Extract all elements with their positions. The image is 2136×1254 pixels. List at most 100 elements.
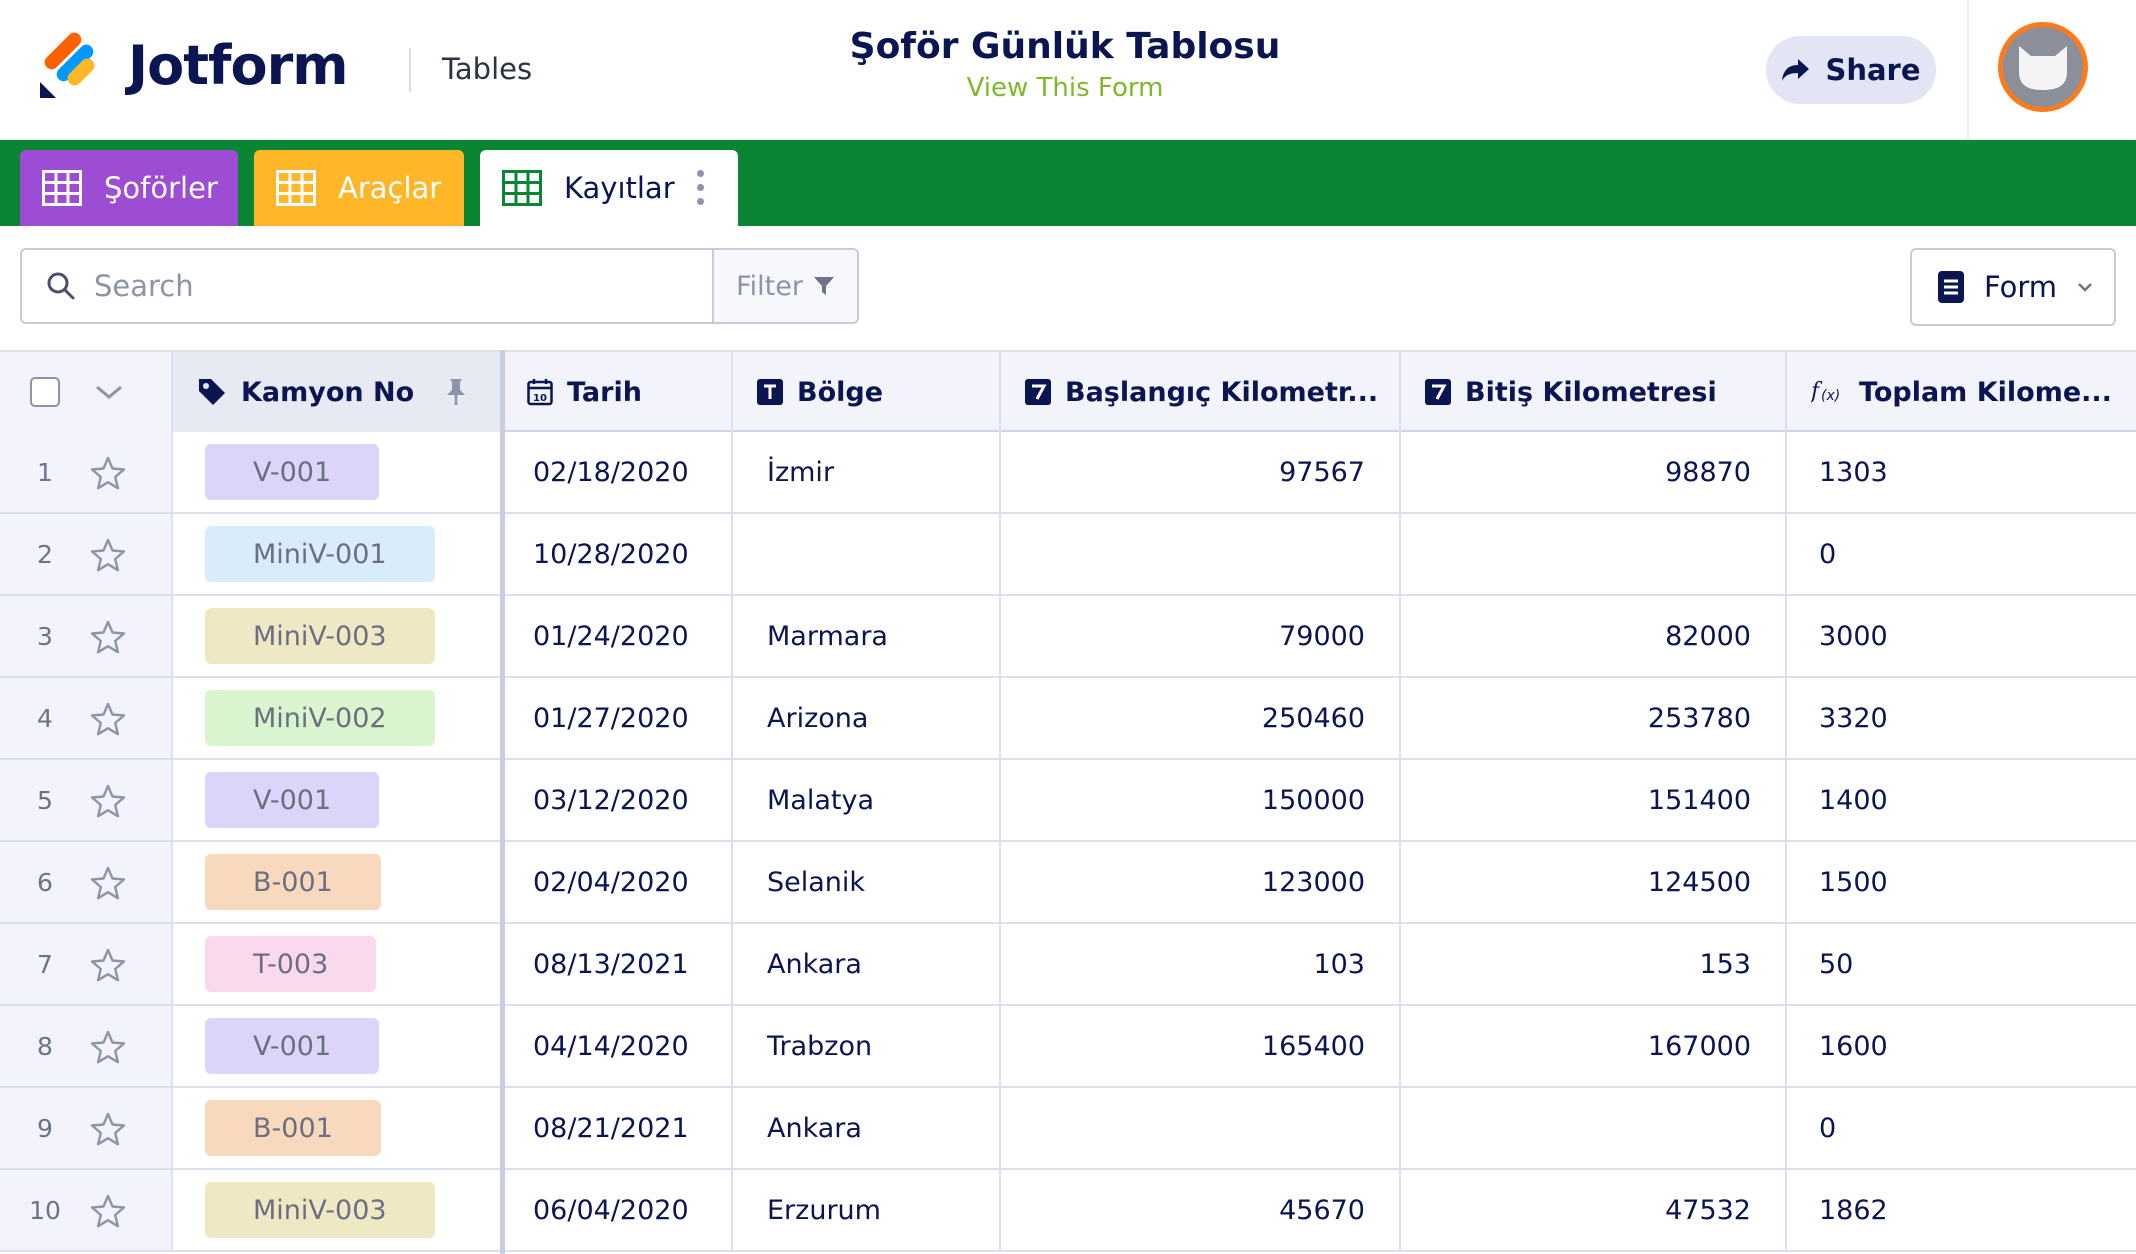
cell-toplam[interactable]: 1500: [1787, 842, 2136, 922]
cell-kamyon[interactable]: B-001: [173, 842, 503, 922]
table-row[interactable]: 7 T-003 08/13/2021 Ankara 103 153 50: [0, 924, 2136, 1006]
cell-toplam[interactable]: 1400: [1787, 760, 2136, 840]
kamyon-badge[interactable]: MiniV-002: [205, 690, 435, 746]
star-icon[interactable]: [90, 702, 126, 743]
table-row[interactable]: 2 MiniV-001 10/28/2020 0: [0, 514, 2136, 596]
star-icon[interactable]: [90, 1030, 126, 1071]
cell-baslangic[interactable]: 103: [1001, 924, 1401, 1004]
cell-toplam[interactable]: 1600: [1787, 1006, 2136, 1086]
tab-araclar[interactable]: Araçlar: [254, 150, 464, 226]
cell-bitis[interactable]: 167000: [1401, 1006, 1787, 1086]
column-header-baslangic[interactable]: Başlangıç Kilometr...: [1001, 352, 1401, 432]
cell-tarih[interactable]: 10/28/2020: [503, 514, 733, 594]
cell-baslangic[interactable]: [1001, 1088, 1401, 1168]
star-icon[interactable]: [90, 538, 126, 579]
cell-kamyon[interactable]: B-001: [173, 1088, 503, 1168]
star-icon[interactable]: [90, 1112, 126, 1153]
cell-bolge[interactable]: Malatya: [733, 760, 1001, 840]
star-icon[interactable]: [90, 866, 126, 907]
star-icon[interactable]: [90, 456, 126, 497]
cell-toplam[interactable]: 50: [1787, 924, 2136, 1004]
column-header-toplam[interactable]: f (x) Toplam Kilome...: [1787, 352, 2136, 432]
pinned-column-divider[interactable]: [500, 350, 505, 1254]
chevron-down-icon[interactable]: [94, 384, 124, 400]
star-icon[interactable]: [90, 948, 126, 989]
star-icon[interactable]: [90, 620, 126, 661]
cell-toplam[interactable]: 1862: [1787, 1170, 2136, 1250]
form-view-dropdown[interactable]: Form: [1910, 248, 2116, 326]
avatar[interactable]: [1998, 22, 2088, 112]
cell-bitis[interactable]: 98870: [1401, 432, 1787, 512]
star-icon[interactable]: [90, 1194, 126, 1235]
cell-baslangic[interactable]: [1001, 514, 1401, 594]
cell-toplam[interactable]: 1303: [1787, 432, 2136, 512]
cell-bitis[interactable]: 253780: [1401, 678, 1787, 758]
kamyon-badge[interactable]: V-001: [205, 772, 380, 828]
cell-baslangic[interactable]: 150000: [1001, 760, 1401, 840]
share-button[interactable]: Share: [1766, 36, 1936, 104]
cell-kamyon[interactable]: T-003: [173, 924, 503, 1004]
cell-bitis[interactable]: [1401, 1088, 1787, 1168]
table-row[interactable]: 5 V-001 03/12/2020 Malatya 150000 151400 1400: [0, 760, 2136, 842]
section-label[interactable]: Tables: [442, 52, 532, 86]
cell-baslangic[interactable]: 165400: [1001, 1006, 1401, 1086]
page-title[interactable]: Şoför Günlük Tablosu: [790, 26, 1340, 67]
jotform-logo[interactable]: Jotform: [38, 30, 348, 100]
table-row[interactable]: 10 MiniV-003 06/04/2020 Erzurum 45670 47532 18…: [0, 1170, 2136, 1252]
kamyon-badge[interactable]: V-001: [205, 444, 380, 500]
cell-bolge[interactable]: Marmara: [733, 596, 1001, 676]
pin-icon[interactable]: [445, 378, 467, 406]
cell-kamyon[interactable]: MiniV-001: [173, 514, 503, 594]
cell-baslangic[interactable]: 250460: [1001, 678, 1401, 758]
kamyon-badge[interactable]: V-001: [205, 1018, 380, 1074]
cell-bitis[interactable]: 151400: [1401, 760, 1787, 840]
column-header-tarih[interactable]: 10 Tarih: [503, 352, 733, 432]
table-row[interactable]: 9 B-001 08/21/2021 Ankara 0: [0, 1088, 2136, 1170]
cell-tarih[interactable]: 08/13/2021: [503, 924, 733, 1004]
kamyon-badge[interactable]: MiniV-003: [205, 1182, 435, 1238]
star-icon[interactable]: [90, 784, 126, 825]
cell-toplam[interactable]: 0: [1787, 514, 2136, 594]
cell-tarih[interactable]: 06/04/2020: [503, 1170, 733, 1250]
cell-tarih[interactable]: 02/18/2020: [503, 432, 733, 512]
cell-bitis[interactable]: 124500: [1401, 842, 1787, 922]
kamyon-badge[interactable]: MiniV-003: [205, 608, 435, 664]
cell-toplam[interactable]: 3320: [1787, 678, 2136, 758]
cell-bitis[interactable]: 153: [1401, 924, 1787, 1004]
cell-bitis[interactable]: 47532: [1401, 1170, 1787, 1250]
tab-options-icon[interactable]: [697, 170, 704, 205]
select-all-checkbox[interactable]: [30, 377, 60, 407]
cell-kamyon[interactable]: MiniV-003: [173, 1170, 503, 1250]
cell-bitis[interactable]: 82000: [1401, 596, 1787, 676]
cell-kamyon[interactable]: MiniV-002: [173, 678, 503, 758]
table-row[interactable]: 6 B-001 02/04/2020 Selanik 123000 124500 1500: [0, 842, 2136, 924]
cell-tarih[interactable]: 08/21/2021: [503, 1088, 733, 1168]
cell-bolge[interactable]: Trabzon: [733, 1006, 1001, 1086]
cell-kamyon[interactable]: V-001: [173, 760, 503, 840]
filter-button[interactable]: Filter: [714, 248, 859, 324]
cell-bolge[interactable]: İzmir: [733, 432, 1001, 512]
kamyon-badge[interactable]: T-003: [205, 936, 377, 992]
cell-kamyon[interactable]: V-001: [173, 1006, 503, 1086]
column-header-bolge[interactable]: Bölge: [733, 352, 1001, 432]
kamyon-badge[interactable]: MiniV-001: [205, 526, 435, 582]
kamyon-badge[interactable]: B-001: [205, 854, 381, 910]
cell-baslangic[interactable]: 123000: [1001, 842, 1401, 922]
cell-toplam[interactable]: 3000: [1787, 596, 2136, 676]
cell-baslangic[interactable]: 97567: [1001, 432, 1401, 512]
cell-bolge[interactable]: Ankara: [733, 924, 1001, 1004]
cell-bolge[interactable]: Erzurum: [733, 1170, 1001, 1250]
cell-tarih[interactable]: 01/24/2020: [503, 596, 733, 676]
cell-tarih[interactable]: 01/27/2020: [503, 678, 733, 758]
table-row[interactable]: 3 MiniV-003 01/24/2020 Marmara 79000 82000 300…: [0, 596, 2136, 678]
cell-kamyon[interactable]: MiniV-003: [173, 596, 503, 676]
table-row[interactable]: 4 MiniV-002 01/27/2020 Arizona 250460 253780 3…: [0, 678, 2136, 760]
cell-tarih[interactable]: 03/12/2020: [503, 760, 733, 840]
cell-bolge[interactable]: Ankara: [733, 1088, 1001, 1168]
cell-tarih[interactable]: 02/04/2020: [503, 842, 733, 922]
column-header-bitis[interactable]: Bitiş Kilometresi: [1401, 352, 1787, 432]
cell-bolge[interactable]: Selanik: [733, 842, 1001, 922]
cell-toplam[interactable]: 0: [1787, 1088, 2136, 1168]
cell-bolge[interactable]: Arizona: [733, 678, 1001, 758]
cell-bolge[interactable]: [733, 514, 1001, 594]
